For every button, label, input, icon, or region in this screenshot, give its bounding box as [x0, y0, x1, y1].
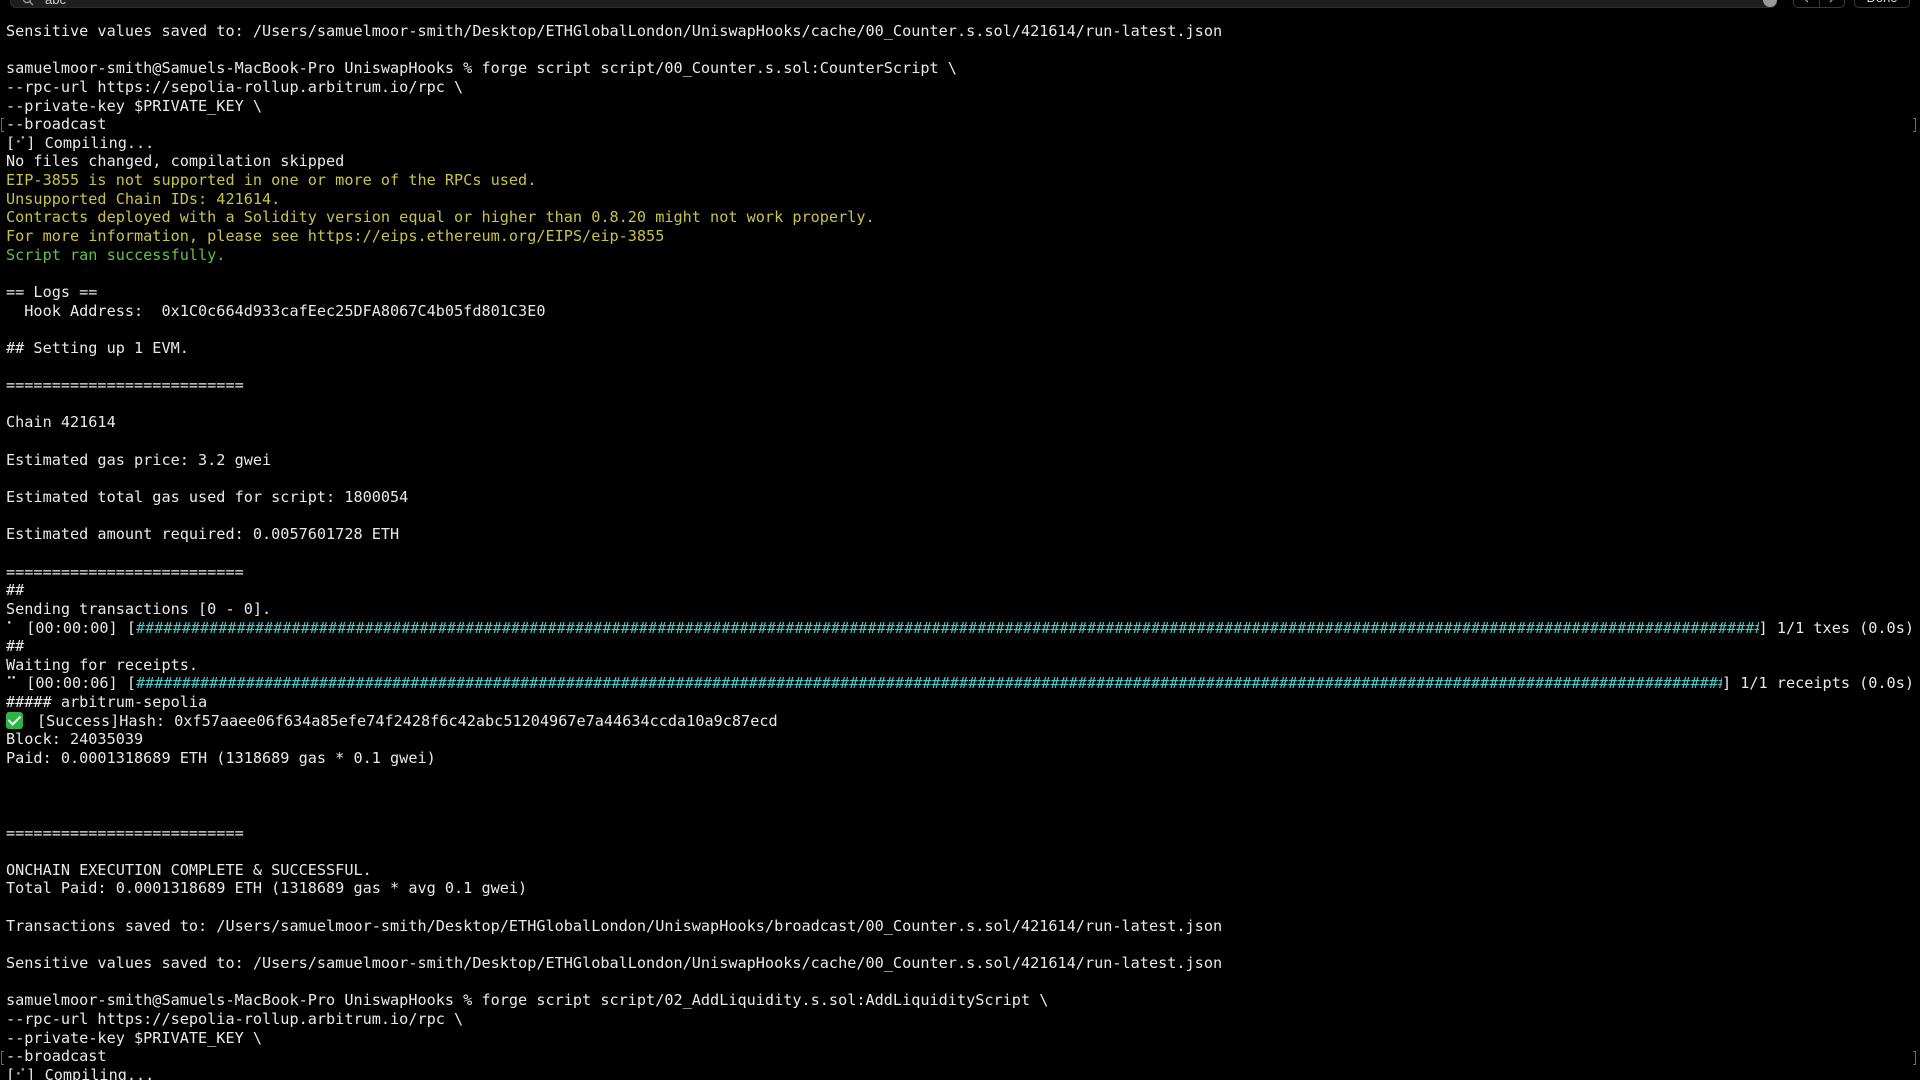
receipts-progress-bar: ⠉ [00:00:06] [ #########################…	[6, 674, 1914, 693]
hash-text: [Success]Hash: 0xf57aaee06f634a85efe74f2…	[37, 711, 778, 730]
gas-price-line: Estimated gas price: 3.2 gwei	[6, 450, 272, 469]
block-line: Block: 24035039	[6, 730, 144, 749]
progress-fill: ########################################…	[136, 618, 1759, 637]
output-line: ## Setting up 1 EVM.	[6, 338, 189, 357]
output-line: Waiting for receipts.	[6, 655, 199, 674]
success-hash-line: [Success]Hash: 0xf57aaee06f634a85efe74f2…	[6, 711, 1914, 731]
progress-suffix: ] 1/1 receipts (0.0s)	[1721, 674, 1914, 693]
hook-address-line: Hook Address: 0x1C0c664d933cafEec25DFA80…	[6, 301, 546, 320]
compiling-text: ] Compiling...	[26, 1065, 155, 1080]
progress-suffix: ] 1/1 txes (0.0s)	[1758, 618, 1914, 637]
separator-line: ==========================	[6, 376, 244, 395]
logs-header: == Logs ==	[6, 282, 98, 301]
search-icon	[22, 0, 34, 6]
txes-progress-bar: ⠁ [00:00:00] [ #########################…	[6, 619, 1914, 638]
output-line: No files changed, compilation skipped	[6, 152, 345, 171]
warning-line: EIP-3855 is not supported in one or more…	[6, 171, 537, 190]
progress-prefix: ⠁ [00:00:00] [	[6, 618, 136, 637]
progress-wrap: ⠉ [00:00:06] [ #########################…	[6, 674, 1722, 693]
chevron-left-icon	[1805, 0, 1809, 3]
total-gas-line: Estimated total gas used for script: 180…	[6, 488, 409, 507]
bracket: [	[6, 133, 16, 152]
output-line: Sending transactions [0 - 0].	[6, 599, 272, 618]
network-header: ##### arbitrum-sepolia	[6, 693, 208, 712]
spinner-icon: ⠊	[15, 1065, 27, 1080]
find-query[interactable]: abc	[45, 0, 66, 7]
command-line: --rpc-url https://sepolia-rollup.arbitru…	[6, 77, 464, 96]
command-line: samuelmoor-smith@Samuels-MacBook-Pro Uni…	[6, 59, 957, 78]
output-line: Sensitive values saved to: /Users/samuel…	[6, 22, 1223, 40]
paid-line: Paid: 0.0001318689 ETH (1318689 gas * 0.…	[6, 748, 436, 767]
spinner-icon: ⠊	[15, 133, 27, 152]
progress-prefix: ⠉ [00:00:06] [	[6, 674, 136, 693]
warning-line: For more information, please see https:/…	[6, 227, 665, 246]
execution-complete-line: ONCHAIN EXECUTION COMPLETE & SUCCESSFUL.	[6, 860, 372, 879]
clear-icon[interactable]	[1763, 0, 1777, 7]
checkmark-icon	[6, 711, 23, 729]
chain-line: Chain 421614	[6, 413, 116, 432]
total-paid-line: Total Paid: 0.0001318689 ETH (1318689 ga…	[6, 879, 528, 898]
separator-line: ==========================	[6, 823, 244, 842]
separator-line: ==========================	[6, 562, 244, 581]
compiling-line: [⠊] Compiling...	[6, 1066, 1914, 1080]
amount-required-line: Estimated amount required: 0.0057601728 …	[6, 525, 400, 544]
transactions-saved-line: Transactions saved to: /Users/samuelmoor…	[6, 916, 1223, 935]
find-input[interactable]: abc	[10, 0, 1777, 8]
compiling-text: ] Compiling...	[26, 133, 155, 152]
find-previous-button[interactable]	[1794, 0, 1819, 7]
command-line: --private-key $PRIVATE_KEY \	[6, 1028, 263, 1047]
command-line: --rpc-url https://sepolia-rollup.arbitru…	[6, 1009, 464, 1028]
scroll-marker-left	[1, 1051, 4, 1065]
warning-line: Unsupported Chain IDs: 421614.	[6, 189, 281, 208]
find-next-button[interactable]	[1818, 0, 1845, 7]
output-line: ##	[6, 581, 25, 600]
find-bar: abc Done	[0, 0, 1920, 10]
find-navigation	[1793, 0, 1845, 8]
command-line: --broadcast	[6, 1047, 107, 1066]
scroll-marker-left	[1, 118, 4, 132]
done-button[interactable]: Done	[1854, 0, 1910, 8]
warning-line: Contracts deployed with a Solidity versi…	[6, 208, 875, 227]
output-line: ##	[6, 637, 25, 656]
command-line: --broadcast	[6, 115, 107, 134]
bracket: [	[6, 1065, 16, 1080]
sensitive-values-line: Sensitive values saved to: /Users/samuel…	[6, 954, 1223, 973]
chevron-right-icon	[1829, 0, 1833, 3]
terminal-output[interactable]: Sensitive values saved to: /Users/samuel…	[6, 22, 1914, 1080]
command-line: --private-key $PRIVATE_KEY \	[6, 96, 263, 115]
success-line: Script ran successfully.	[6, 245, 226, 264]
progress-fill: ########################################…	[136, 674, 1722, 693]
compiling-line: [⠊] Compiling...	[6, 134, 1914, 153]
progress-wrap: ⠁ [00:00:00] [ #########################…	[6, 619, 1759, 638]
command-line: samuelmoor-smith@Samuels-MacBook-Pro Uni…	[6, 991, 1049, 1010]
